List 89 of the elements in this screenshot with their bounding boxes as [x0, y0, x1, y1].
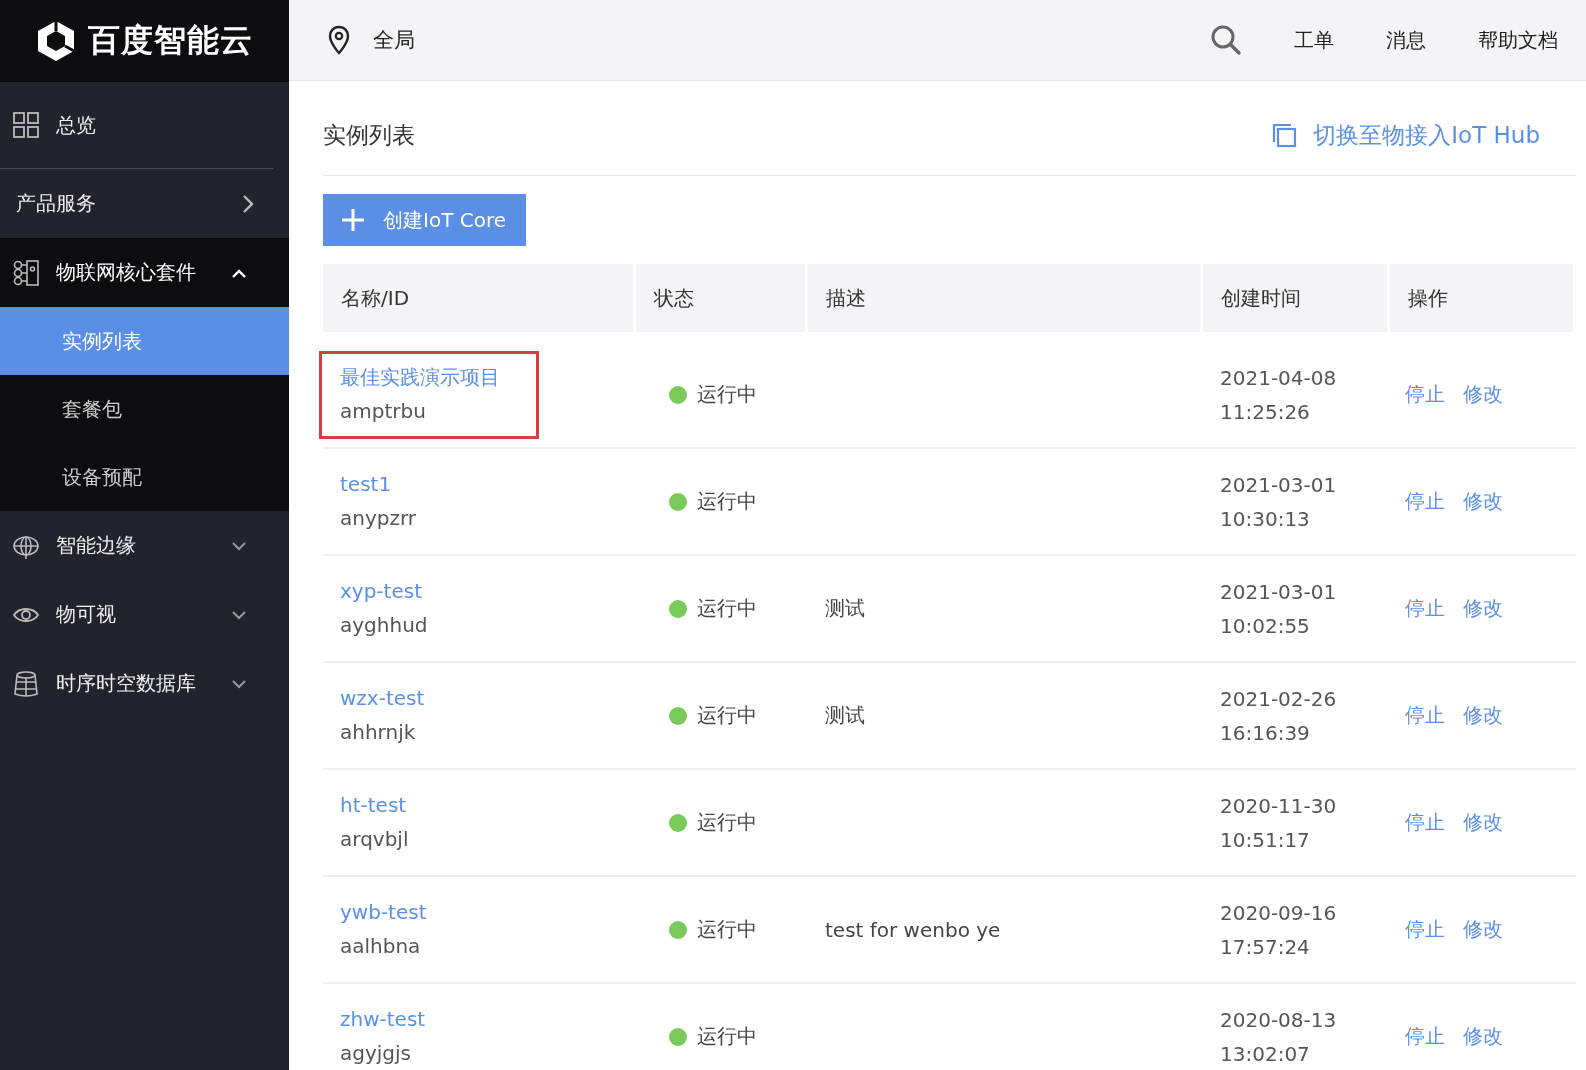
instance-id: ayghhud: [340, 611, 429, 639]
database-icon: [12, 669, 40, 698]
instance-name-link[interactable]: 最佳实践演示项目: [340, 359, 518, 394]
action-link[interactable]: 修改: [1463, 381, 1503, 408]
status-dot-icon: [669, 706, 687, 725]
created-time: 17:57:24: [1220, 933, 1311, 961]
sidebar-item[interactable]: 物联网核心套件: [0, 238, 289, 307]
action-link[interactable]: 停止: [1405, 1023, 1445, 1050]
status-dot-icon: [669, 599, 687, 618]
brand-name: 百度智能云: [88, 20, 253, 61]
action-link[interactable]: 修改: [1463, 595, 1503, 622]
created-date: 2021-03-01: [1220, 471, 1338, 499]
status-text: 运行中: [697, 916, 757, 943]
status-text: 运行中: [697, 702, 757, 729]
action-link[interactable]: 停止: [1405, 595, 1445, 622]
status-dot-icon: [669, 920, 687, 939]
instance-name-link[interactable]: ywb-test: [340, 894, 518, 929]
instance-id: anypzrr: [340, 504, 418, 532]
created-time: 16:16:39: [1220, 719, 1311, 747]
action-link[interactable]: 停止: [1405, 488, 1445, 515]
action-link[interactable]: 修改: [1463, 1023, 1503, 1050]
column-header: 创建时间: [1203, 264, 1390, 332]
action-link[interactable]: 停止: [1405, 809, 1445, 836]
instance-id: aalhbna: [340, 932, 422, 960]
page-title: 实例列表: [323, 120, 415, 150]
description-text: 测试: [825, 702, 866, 729]
sidebar-item[interactable]: 物可视: [0, 580, 289, 649]
header-link[interactable]: 消息: [1386, 26, 1426, 54]
instance-name-link[interactable]: xyp-test: [340, 573, 518, 608]
status-text: 运行中: [697, 1023, 757, 1050]
description-text: test for wenbo ye: [825, 917, 1002, 942]
action-link[interactable]: 修改: [1463, 488, 1503, 515]
region-selector[interactable]: 全局: [373, 26, 415, 54]
sidebar-item[interactable]: 总览: [0, 82, 289, 168]
created-time: 10:30:13: [1220, 505, 1311, 533]
status-dot-icon: [669, 813, 687, 832]
header-link[interactable]: 工单: [1294, 26, 1334, 54]
header-link[interactable]: 帮助文档: [1478, 26, 1558, 54]
description-text: 测试: [825, 595, 866, 622]
action-link[interactable]: 停止: [1405, 702, 1445, 729]
status-dot-icon: [669, 385, 687, 404]
status-text: 运行中: [697, 488, 757, 515]
create-button[interactable]: 创建IoT Core: [323, 194, 526, 246]
action-link[interactable]: 修改: [1463, 916, 1503, 943]
instance-id: amptrbu: [340, 397, 427, 425]
instance-name-link[interactable]: zhw-test: [340, 1001, 518, 1036]
instance-id: ahhrnjk: [340, 718, 417, 746]
logo-icon: [36, 19, 76, 63]
status-text: 运行中: [697, 381, 757, 408]
column-header: 操作: [1390, 264, 1576, 332]
action-link[interactable]: 修改: [1463, 809, 1503, 836]
created-date: 2020-09-16: [1220, 899, 1338, 927]
status-dot-icon: [669, 1027, 687, 1046]
instance-name-link[interactable]: wzx-test: [340, 680, 518, 715]
created-time: 10:02:55: [1220, 612, 1311, 640]
copy-icon: [1271, 122, 1298, 148]
created-time: 10:51:17: [1220, 826, 1311, 854]
sidebar-item[interactable]: 时序时空数据库: [0, 649, 289, 718]
sidebar-subitem[interactable]: 套餐包: [0, 375, 289, 443]
status-dot-icon: [669, 492, 687, 511]
grid-icon: [12, 111, 40, 139]
location-pin-icon: [327, 25, 351, 55]
chevron-right-icon: [241, 193, 255, 214]
column-header: 描述: [808, 264, 1203, 332]
switch-link[interactable]: 切换至物接入IoT Hub: [1271, 119, 1540, 151]
created-time: 11:25:26: [1220, 398, 1311, 426]
nodes-icon: [12, 258, 40, 287]
instance-name-link[interactable]: test1: [340, 466, 518, 501]
created-date: 2020-11-30: [1220, 792, 1338, 820]
search-icon[interactable]: [1210, 24, 1242, 56]
created-time: 13:02:07: [1220, 1040, 1311, 1068]
created-date: 2021-04-08: [1220, 364, 1338, 392]
sidebar-subitem[interactable]: 实例列表: [0, 307, 289, 375]
plus-icon: [341, 208, 365, 232]
instance-id: arqvbjl: [340, 825, 410, 853]
created-date: 2021-02-26: [1220, 685, 1338, 713]
column-header: 状态: [636, 264, 808, 332]
status-text: 运行中: [697, 595, 757, 622]
created-date: 2020-08-13: [1220, 1006, 1338, 1034]
action-link[interactable]: 停止: [1405, 381, 1445, 408]
column-header: 名称/ID: [323, 264, 636, 332]
sidebar-subitem[interactable]: 设备预配: [0, 443, 289, 511]
instance-name-link[interactable]: ht-test: [340, 787, 518, 822]
status-text: 运行中: [697, 809, 757, 836]
action-link[interactable]: 修改: [1463, 702, 1503, 729]
action-link[interactable]: 停止: [1405, 916, 1445, 943]
created-date: 2021-03-01: [1220, 578, 1338, 606]
sidebar-item[interactable]: 智能边缘: [0, 511, 289, 580]
instance-id: agyjgjs: [340, 1039, 412, 1067]
